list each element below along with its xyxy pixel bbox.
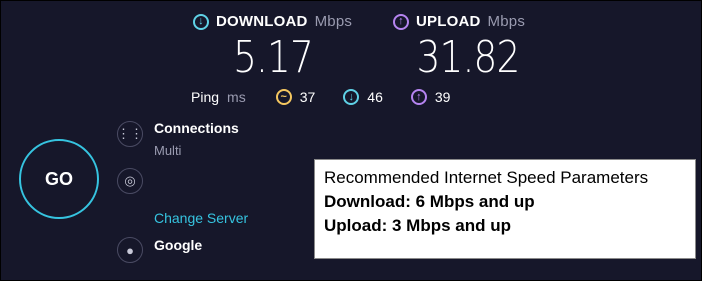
ping-upload-arrow-icon: ↑ xyxy=(410,89,427,105)
connections-icon: ⋮⋮ xyxy=(117,121,143,147)
speedtest-panel: ↓ DOWNLOAD Mbps 5.17 ↑ UPLOAD Mbps 31.82… xyxy=(0,0,702,281)
download-unit: Mbps xyxy=(314,13,353,30)
callout-title: Recommended Internet Speed Parameters xyxy=(324,168,649,187)
ping-unit: ms xyxy=(227,89,246,105)
upload-label: UPLOAD xyxy=(416,13,481,30)
provider-label: Google xyxy=(154,237,203,253)
ping-row: Ping ms ~ 37 ↓ 46 ↑ 39 xyxy=(191,89,478,105)
upload-value: 31.82 xyxy=(416,32,521,83)
go-button[interactable]: GO xyxy=(19,139,99,219)
ping-down-value: 46 xyxy=(367,89,383,105)
ping-label: Ping xyxy=(191,89,220,105)
user-icon: ● xyxy=(117,237,143,263)
ping-jitter-value: 37 xyxy=(299,89,316,105)
callout-download: Download: 6 Mbps and up xyxy=(324,192,535,211)
jitter-icon: ~ xyxy=(275,89,292,105)
change-server-link[interactable]: Change Server xyxy=(154,210,248,226)
upload-metric: ↑ UPLOAD Mbps 31.82 xyxy=(393,13,543,83)
download-arrow-icon: ↓ xyxy=(193,13,209,30)
connections-value[interactable]: Multi xyxy=(154,143,181,158)
recommended-speed-callout: Recommended Internet Speed Parameters Do… xyxy=(314,159,696,259)
callout-upload: Upload: 3 Mbps and up xyxy=(324,216,511,235)
upload-unit: Mbps xyxy=(487,13,526,30)
ping-download-arrow-icon: ↓ xyxy=(343,89,360,105)
download-value: 5.17 xyxy=(233,32,314,83)
upload-arrow-icon: ↑ xyxy=(393,13,409,30)
download-metric: ↓ DOWNLOAD Mbps 5.17 xyxy=(193,13,353,83)
connections-label: Connections xyxy=(154,120,239,136)
globe-icon: ◎ xyxy=(117,168,143,194)
ping-up-value: 39 xyxy=(434,89,451,105)
download-label: DOWNLOAD xyxy=(216,13,308,30)
